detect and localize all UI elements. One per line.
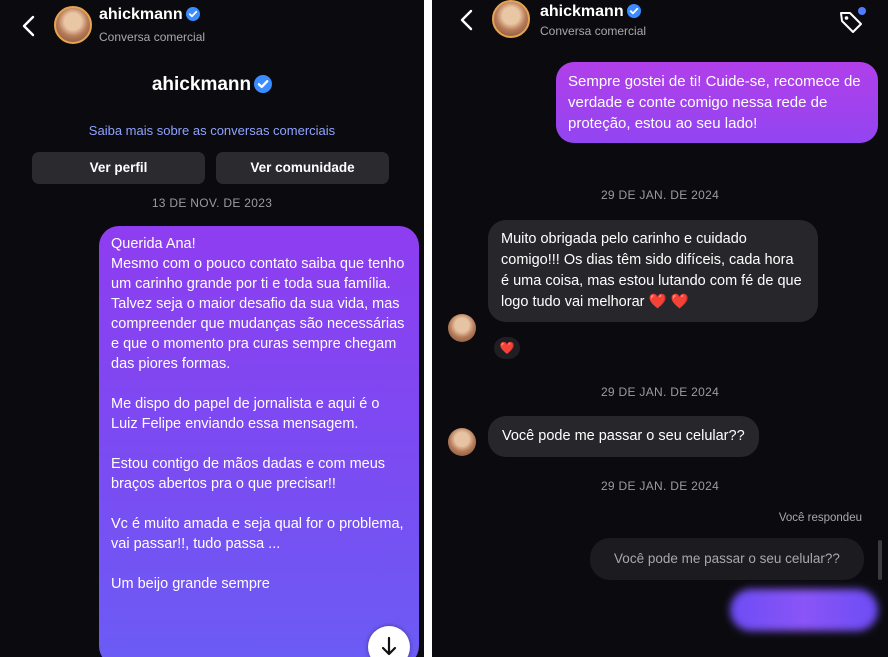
blurred-sent-message[interactable] <box>730 589 878 631</box>
message-paragraph: Mesmo com o pouco contato saiba que tenh… <box>111 256 405 372</box>
message-paragraph: Estou contigo de mãos dadas e com meus b… <box>111 456 386 492</box>
date-separator: 29 DE JAN. DE 2024 <box>600 188 720 202</box>
learn-more-link[interactable]: Saiba mais sobre as conversas comerciais <box>0 123 424 138</box>
date-separator: 29 DE JAN. DE 2024 <box>600 385 720 399</box>
notification-dot <box>858 7 866 15</box>
received-message-bubble[interactable]: Você pode me passar o seu celular?? <box>488 416 759 457</box>
quoted-reply[interactable]: Você pode me passar o seu celular?? <box>590 538 864 580</box>
message-paragraph: Me dispo do papel de jornalista e aqui é… <box>111 396 380 432</box>
date-separator: 13 DE NOV. DE 2023 <box>151 196 273 210</box>
back-arrow-icon[interactable] <box>456 8 478 32</box>
chat-header: ahickmann Conversa comercial <box>0 0 424 52</box>
heart-reaction[interactable]: ❤️ <box>494 337 520 359</box>
view-community-button[interactable]: Ver comunidade <box>216 152 389 184</box>
left-chat-panel: ahickmann Conversa comercial ahickmann S… <box>0 0 424 657</box>
avatar[interactable] <box>448 428 476 456</box>
header-username[interactable]: ahickmann <box>99 6 200 24</box>
header-subtitle: Conversa comercial <box>540 24 647 38</box>
right-chat-panel: ahickmann Conversa comercial Sempre gost… <box>432 0 888 657</box>
avatar[interactable] <box>54 6 92 44</box>
received-message-bubble[interactable]: Muito obrigada pelo carinho e cuidado co… <box>488 220 818 322</box>
back-arrow-icon[interactable] <box>18 14 40 38</box>
date-separator: 29 DE JAN. DE 2024 <box>600 479 720 493</box>
view-profile-button[interactable]: Ver perfil <box>32 152 205 184</box>
verified-badge-icon <box>185 7 200 21</box>
message-paragraph: Querida Ana! <box>111 236 196 252</box>
profile-name: ahickmann <box>0 74 424 96</box>
replied-label: Você respondeu <box>778 512 862 524</box>
header-subtitle: Conversa comercial <box>99 30 206 44</box>
verified-badge-icon <box>626 4 641 18</box>
message-paragraph: Vc é muito amada e seja qual for o probl… <box>111 516 404 552</box>
verified-badge-icon <box>254 75 273 93</box>
heart-emoji: ❤️ ❤️ <box>648 294 689 310</box>
scrollbar[interactable] <box>878 540 882 580</box>
avatar[interactable] <box>448 314 476 342</box>
sent-message-bubble[interactable]: Querida Ana! Mesmo com o pouco contato s… <box>99 226 419 657</box>
chat-header: ahickmann Conversa comercial <box>432 0 888 52</box>
avatar[interactable] <box>492 0 530 38</box>
message-paragraph: Um beijo grande sempre <box>111 576 270 592</box>
arrow-down-icon <box>381 636 397 656</box>
header-username[interactable]: ahickmann <box>540 3 641 21</box>
sent-message-bubble[interactable]: Sempre gostei de ti! Cuide-se, recomece … <box>556 62 878 143</box>
